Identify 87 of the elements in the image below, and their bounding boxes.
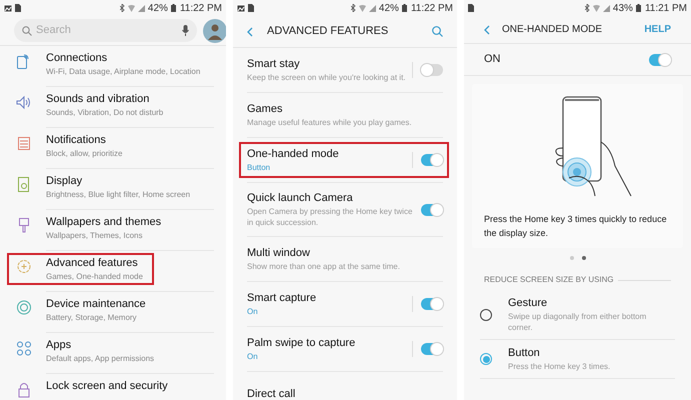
feature-title[interactable]: Multi window (247, 246, 443, 261)
feature-status: On (247, 351, 259, 362)
padlock-icon (16, 381, 32, 398)
settings-item-subtitle: Default apps, App permissions (46, 353, 156, 365)
signal-icon (138, 4, 145, 12)
wifi-icon (358, 4, 366, 12)
feature-title[interactable]: Smart stay (247, 57, 412, 72)
four-circles-icon (16, 340, 32, 357)
feature-description: Show more than one app at the same time. (247, 261, 401, 272)
battery-icon (636, 4, 641, 12)
search-icon (22, 26, 32, 36)
master-switch-label: ON (484, 52, 502, 68)
feature-title[interactable]: Smart capture (247, 291, 412, 306)
feature-description: Keep the screen on while you're looking at it. (247, 72, 407, 83)
toggle-switch[interactable] (421, 64, 443, 76)
feature-description: Open Camera by pressing the Home key twice in quick succession. (247, 206, 414, 228)
wifi-icon (592, 4, 600, 12)
settings-item-subtitle: Wallpapers, Themes, Icons (46, 230, 144, 242)
settings-item-subtitle: Block, allow, prioritize (46, 148, 124, 160)
feature-title[interactable]: Palm swipe to capture (247, 336, 412, 351)
back-icon[interactable] (247, 26, 253, 36)
feature-title[interactable]: Direct call (247, 387, 443, 400)
instruction-text: Press the Home key 3 times quickly to reduce the display size. (484, 213, 668, 240)
section-header: REDUCE SCREEN SIZE BY USING (484, 274, 614, 286)
screen-title: ONE-HANDED MODE (502, 23, 604, 37)
toggle-switch[interactable] (421, 298, 443, 310)
settings-item-title[interactable]: Display (46, 174, 214, 189)
battery-level: 43% (612, 2, 633, 16)
bluetooth-icon (584, 4, 590, 12)
image-icon (4, 4, 12, 12)
search-icon[interactable] (432, 26, 443, 37)
notification-list-icon (16, 135, 32, 152)
option-description: Press the Home key 3 times. (508, 361, 612, 372)
circular-gauge-icon (16, 299, 32, 316)
battery-level: 42% (148, 2, 168, 16)
signal-icon (368, 4, 376, 12)
settings-item-title[interactable]: Wallpapers and themes (46, 215, 214, 230)
clock: 11:22 PM (410, 2, 453, 16)
gear-plus-icon (16, 258, 32, 275)
sd-card-icon (468, 4, 474, 12)
toggle-switch[interactable] (421, 343, 443, 355)
avatar-icon[interactable] (203, 18, 226, 42)
settings-item-title[interactable]: Notifications (46, 133, 214, 148)
clock: 11:21 PM (644, 2, 687, 16)
feature-title[interactable]: Quick launch Camera (247, 191, 421, 206)
toggle-switch[interactable] (421, 204, 443, 216)
battery-icon (170, 4, 176, 12)
battery-level: 42% (378, 2, 399, 16)
clock: 11:22 PM (180, 2, 222, 16)
settings-item-title[interactable]: Lock screen and security (46, 379, 214, 394)
back-icon[interactable] (484, 24, 490, 34)
wifi-icon (128, 4, 135, 12)
settings-item-subtitle: Battery, Storage, Memory (46, 312, 138, 324)
sd-card-icon (248, 4, 254, 12)
paint-brush-icon (16, 217, 32, 234)
image-icon (237, 4, 245, 12)
sd-card-icon (15, 4, 21, 12)
settings-item-subtitle: Brightness, Blue light filter, Home screen (46, 189, 192, 201)
settings-item-title[interactable]: Apps (46, 338, 214, 353)
settings-item-subtitle: Sounds, Vibration, Do not disturb (46, 107, 164, 119)
radio-button[interactable] (480, 353, 492, 365)
settings-item-title[interactable]: Device maintenance (46, 297, 214, 312)
search-field[interactable]: Search (14, 19, 197, 42)
settings-item-title[interactable]: Sounds and vibration (46, 92, 214, 107)
option-description: Swipe up diagonally from either bottom corner. (508, 311, 648, 333)
feature-description: Manage useful features while you play games. (247, 117, 413, 128)
toggle-switch[interactable] (649, 54, 671, 66)
settings-item-subtitle: Games, One-handed mode (46, 271, 144, 283)
settings-item-title[interactable]: Connections (46, 51, 214, 66)
bluetooth-icon (120, 4, 125, 12)
option-title[interactable]: Gesture (508, 296, 675, 311)
microphone-icon (182, 25, 189, 36)
settings-item-title[interactable]: Advanced features (46, 256, 214, 271)
feature-status: Button (247, 162, 272, 173)
feature-status: On (247, 306, 259, 317)
bluetooth-icon (350, 4, 356, 12)
speaker-icon (16, 94, 32, 111)
feature-title[interactable]: One-handed mode (247, 147, 412, 162)
toggle-switch[interactable] (421, 154, 443, 166)
battery-icon (402, 4, 407, 12)
screen-title: ADVANCED FEATURES (267, 24, 390, 40)
option-title[interactable]: Button (508, 346, 630, 361)
feature-title[interactable]: Games (247, 102, 443, 117)
search-input[interactable]: Search (36, 22, 178, 39)
settings-item-subtitle: Wi-Fi, Data usage, Airplane mode, Location (46, 66, 202, 78)
radio-button[interactable] (480, 308, 492, 320)
signal-icon (602, 4, 610, 12)
